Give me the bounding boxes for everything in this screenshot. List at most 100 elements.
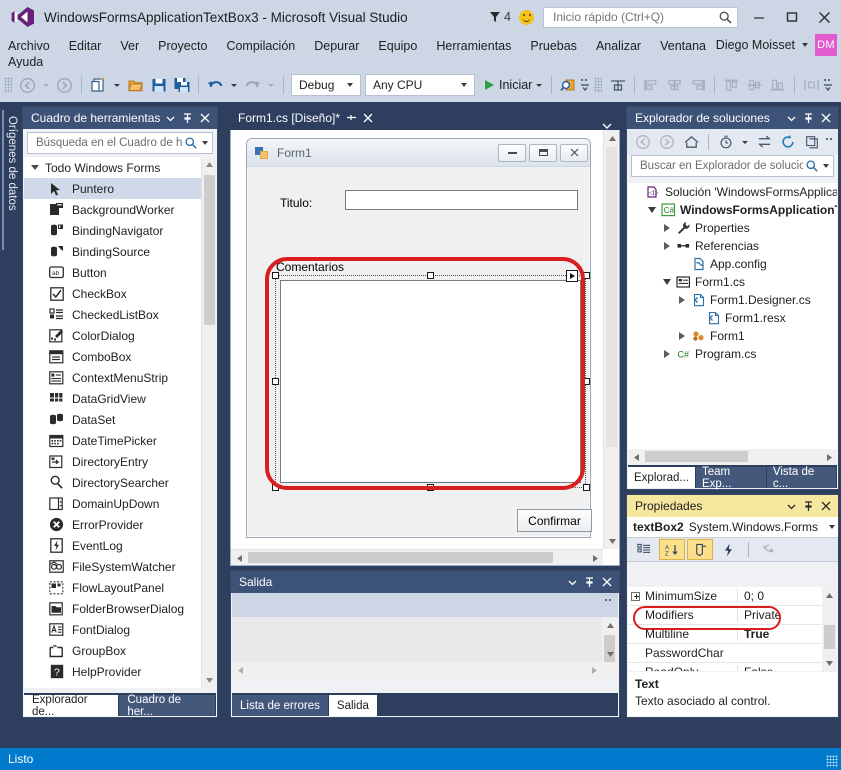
- property-row[interactable]: ReadOnlyFalse: [628, 663, 837, 671]
- tab-pin-icon[interactable]: [346, 112, 357, 123]
- menu-equipo[interactable]: Equipo: [378, 39, 417, 53]
- refresh-button[interactable]: [776, 131, 800, 153]
- solution-explorer-search-box[interactable]: [631, 155, 834, 177]
- solution-tree[interactable]: ◁▷ Solución 'WindowsFormsApplica C# Windows…: [628, 183, 837, 449]
- designer-horizontal-scrollbar[interactable]: [231, 549, 603, 565]
- new-project-dropdown-icon[interactable]: [114, 83, 120, 87]
- feedback-smiley-icon[interactable]: [519, 9, 534, 25]
- menu-analizar[interactable]: Analizar: [596, 39, 641, 53]
- solution-tree-node[interactable]: Form1: [628, 327, 837, 345]
- output-toolbar-overflow-button[interactable]: [604, 598, 614, 613]
- toolbox-item[interactable]: CheckBox: [24, 283, 216, 304]
- toolbox-item[interactable]: DataGridView: [24, 388, 216, 409]
- toolbox-scroll-thumb[interactable]: [204, 175, 215, 325]
- solution-explorer-horizontal-scrollbar[interactable]: [628, 449, 837, 465]
- properties-view-button[interactable]: [687, 539, 713, 560]
- chevron-down-icon[interactable]: [461, 83, 467, 87]
- designed-form-window[interactable]: Form1 Titulo: Comentarios Confirmar: [246, 138, 592, 538]
- toolbox-search-box[interactable]: [27, 132, 213, 154]
- avatar[interactable]: DM: [815, 34, 837, 56]
- toolbox-scrollbar[interactable]: [201, 157, 216, 688]
- toolbox-group-header[interactable]: Todo Windows Forms: [24, 157, 216, 178]
- toolbox-item[interactable]: FlowLayoutPanel: [24, 577, 216, 598]
- chevron-right-icon[interactable]: [675, 332, 689, 340]
- scroll-left-icon[interactable]: [628, 449, 644, 465]
- menu-compilacion[interactable]: Compilación: [226, 39, 295, 53]
- output-vertical-scrollbar[interactable]: [602, 617, 618, 669]
- scroll-up-icon[interactable]: [202, 157, 217, 172]
- scroll-up-icon[interactable]: [604, 130, 619, 146]
- back-button[interactable]: [631, 131, 655, 153]
- solution-tree-node[interactable]: App.config: [628, 255, 837, 273]
- start-debug-button[interactable]: Iniciar: [485, 73, 532, 97]
- tab-team-explorer[interactable]: Team Exp...: [695, 466, 766, 490]
- toolbox-item[interactable]: EventLog: [24, 535, 216, 556]
- resize-handle-bottom-right[interactable]: [583, 484, 590, 491]
- toolbox-item[interactable]: HScrollBar: [24, 682, 216, 689]
- output-menu-button[interactable]: [564, 573, 581, 591]
- scroll-down-icon[interactable]: [822, 655, 837, 671]
- maximize-button[interactable]: [775, 0, 808, 34]
- events-view-button[interactable]: [715, 539, 741, 560]
- toolbox-item[interactable]: ContextMenuStrip: [24, 367, 216, 388]
- chevron-right-icon[interactable]: [660, 224, 674, 232]
- notifications-button[interactable]: 4: [489, 10, 511, 24]
- navigate-backward-button[interactable]: [16, 73, 39, 97]
- filter-dropdown-icon[interactable]: [742, 140, 748, 144]
- menu-ayuda[interactable]: Ayuda: [8, 55, 43, 69]
- align-rights-button[interactable]: [686, 73, 709, 97]
- undo-button[interactable]: [204, 73, 227, 97]
- make-same-width-button[interactable]: [800, 73, 823, 97]
- menu-pruebas[interactable]: Pruebas: [530, 39, 577, 53]
- tab-cuadro-de-herramientas[interactable]: Cuadro de her...: [119, 694, 215, 718]
- pending-changes-filter-button[interactable]: [714, 131, 738, 153]
- properties-close-button[interactable]: [817, 497, 834, 515]
- tab-origenes-de-datos[interactable]: Orígenes de datos: [2, 110, 18, 250]
- menu-herramientas[interactable]: Herramientas: [436, 39, 511, 53]
- properties-menu-button[interactable]: [783, 497, 800, 515]
- toolbox-item[interactable]: FontDialog: [24, 619, 216, 640]
- toolbox-item[interactable]: CheckedListBox: [24, 304, 216, 325]
- resize-handle-bottom-center[interactable]: [427, 484, 434, 491]
- redo-button[interactable]: [241, 73, 264, 97]
- show-all-files-button[interactable]: [800, 131, 824, 153]
- tab-salida[interactable]: Salida: [328, 695, 377, 716]
- save-button[interactable]: [147, 73, 170, 97]
- scroll-down-icon[interactable]: [202, 673, 217, 688]
- toolbox-item[interactable]: DirectorySearcher: [24, 472, 216, 493]
- property-row[interactable]: Multiline True: [628, 625, 837, 644]
- forward-button[interactable]: [655, 131, 679, 153]
- solution-tree-node[interactable]: Referencias: [628, 237, 837, 255]
- tab-lista-de-errores[interactable]: Lista de errores: [232, 695, 328, 716]
- sync-with-active-document-button[interactable]: [752, 131, 776, 153]
- document-list-dropdown-icon[interactable]: [602, 122, 620, 130]
- quick-launch-box[interactable]: [543, 6, 738, 28]
- textbox-titulo[interactable]: [345, 190, 578, 210]
- form-maximize-button[interactable]: [529, 143, 557, 162]
- solution-tree-node[interactable]: Form1.Designer.cs: [628, 291, 837, 309]
- property-row[interactable]: MinimumSize 0; 0: [628, 587, 837, 606]
- properties-scrollbar[interactable]: [822, 587, 837, 671]
- menu-depurar[interactable]: Depurar: [314, 39, 359, 53]
- toolbox-item[interactable]: ab Button: [24, 262, 216, 283]
- start-debug-dropdown-icon[interactable]: [536, 83, 543, 87]
- save-all-button[interactable]: [170, 73, 193, 97]
- property-row[interactable]: Modifiers Private: [628, 606, 837, 625]
- properties-scroll-thumb[interactable]: [824, 625, 835, 649]
- output-text-area[interactable]: [232, 617, 618, 678]
- scroll-down-icon[interactable]: [604, 533, 619, 549]
- solution-explorer-overflow-button[interactable]: [825, 135, 838, 149]
- close-button[interactable]: [808, 0, 841, 34]
- toolbox-item[interactable]: BindingNavigator: [24, 220, 216, 241]
- tab-explorador-soluciones[interactable]: Explorad...: [628, 467, 695, 488]
- resize-handle-top-center[interactable]: [427, 272, 434, 279]
- solution-hscroll-thumb[interactable]: [645, 451, 748, 462]
- quick-launch-input[interactable]: [551, 9, 718, 25]
- align-to-grid-button[interactable]: [606, 73, 629, 97]
- alphabetical-view-button[interactable]: A Z: [659, 539, 685, 560]
- toolbox-item[interactable]: FolderBrowserDialog: [24, 598, 216, 619]
- toolbar-overflow-button[interactable]: [580, 75, 590, 95]
- form-client-area[interactable]: Titulo: Comentarios Confirmar: [247, 168, 592, 537]
- toolbox-item[interactable]: GroupBox: [24, 640, 216, 661]
- chevron-down-icon[interactable]: [347, 83, 353, 87]
